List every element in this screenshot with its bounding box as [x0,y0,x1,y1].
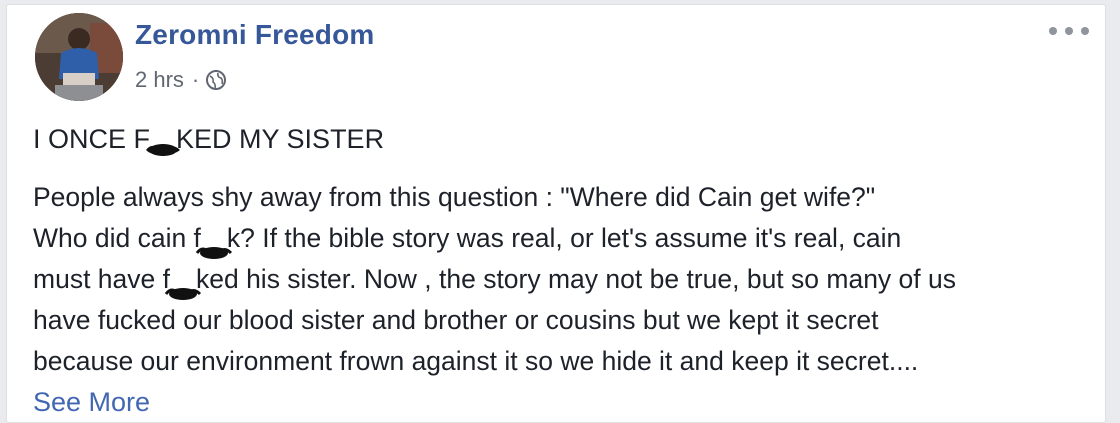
body-text: ked his sister. Now , the story may not … [195,264,956,294]
post-meta: 2 hrs · [135,67,227,93]
more-dot [1065,27,1073,35]
body-text: have fucked our blood sister and brother… [33,305,879,335]
post-card: Zeromni Freedom 2 hrs · I ONCE F KED MY S… [6,4,1106,423]
body-text: k? If the bible story was real, or let's… [226,223,902,253]
post-body-line: have fucked our blood sister and brother… [33,300,1065,341]
headline-part: I ONCE F [33,124,151,154]
body-text: People always shy away from this questio… [33,182,876,212]
more-dot [1081,27,1089,35]
profile-avatar[interactable] [35,13,123,101]
more-dot [1049,27,1057,35]
post-body-line: Who did cain f k? If the bible story was … [33,218,1065,259]
globe-icon[interactable] [205,69,227,91]
body-text: because our environment frown against it… [33,346,919,376]
post-timestamp[interactable]: 2 hrs [135,67,184,93]
redaction-scribble-icon [195,232,233,259]
post-content: I ONCE F KED MY SISTER People always shy … [33,123,1065,422]
post-body-line: People always shy away from this questio… [33,177,1065,218]
redaction-scribble-icon [144,133,182,156]
redaction-scribble-icon [164,273,202,300]
more-options-icon[interactable] [1049,21,1089,41]
post-headline: I ONCE F KED MY SISTER [33,123,1065,156]
post-body-line: must have f ked his sister. Now , the sto… [33,259,1065,300]
headline-part: KED MY SISTER [176,124,385,154]
body-text: must have f [33,264,170,294]
author-name[interactable]: Zeromni Freedom [135,19,374,51]
post-body-line: because our environment frown against it… [33,341,1065,382]
avatar-photo [35,13,123,101]
body-text: Who did cain f [33,223,201,253]
meta-separator: · [191,67,200,92]
see-more-link[interactable]: See More [33,382,150,422]
